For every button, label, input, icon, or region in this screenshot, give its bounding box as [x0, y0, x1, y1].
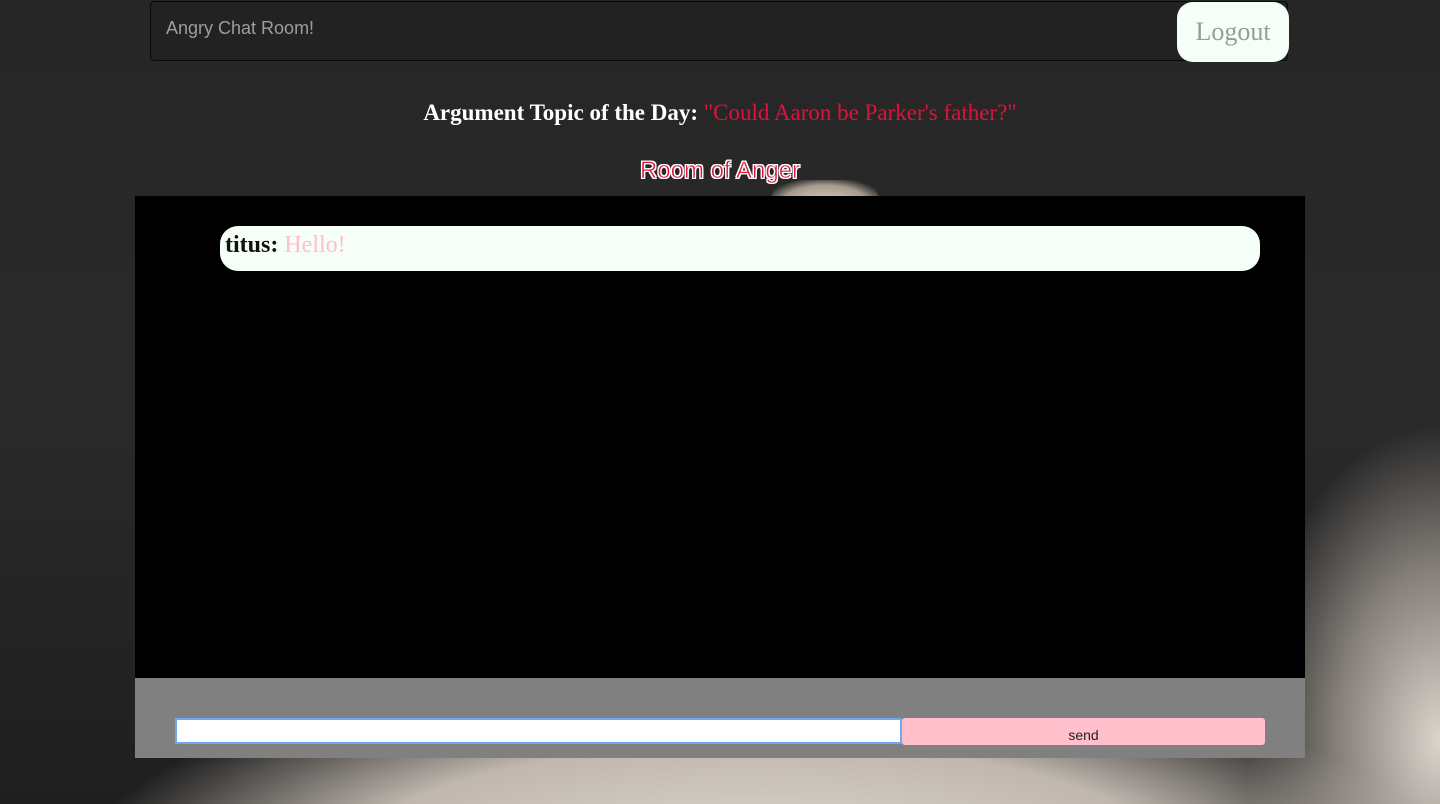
topic-quote: "Could Aaron be Parker's father?" [703, 100, 1017, 125]
brand-title[interactable]: Angry Chat Room! [166, 18, 314, 39]
topic-prefix: Argument Topic of the Day: [423, 100, 699, 125]
navbar: Angry Chat Room! [150, 1, 1288, 61]
message-composer: send [135, 678, 1305, 758]
logout-button[interactable]: Logout [1177, 2, 1289, 62]
topic-of-the-day: Argument Topic of the Day: "Could Aaron … [0, 100, 1440, 126]
room-title: Room of Anger [639, 157, 801, 185]
chat-messages-area[interactable]: titus: Hello! [135, 196, 1305, 678]
message-username: titus: [225, 232, 279, 258]
message-input[interactable] [175, 718, 902, 744]
chat-message: titus: Hello! [220, 226, 1260, 271]
send-button[interactable]: send [902, 718, 1265, 745]
message-text: Hello! [284, 232, 346, 258]
